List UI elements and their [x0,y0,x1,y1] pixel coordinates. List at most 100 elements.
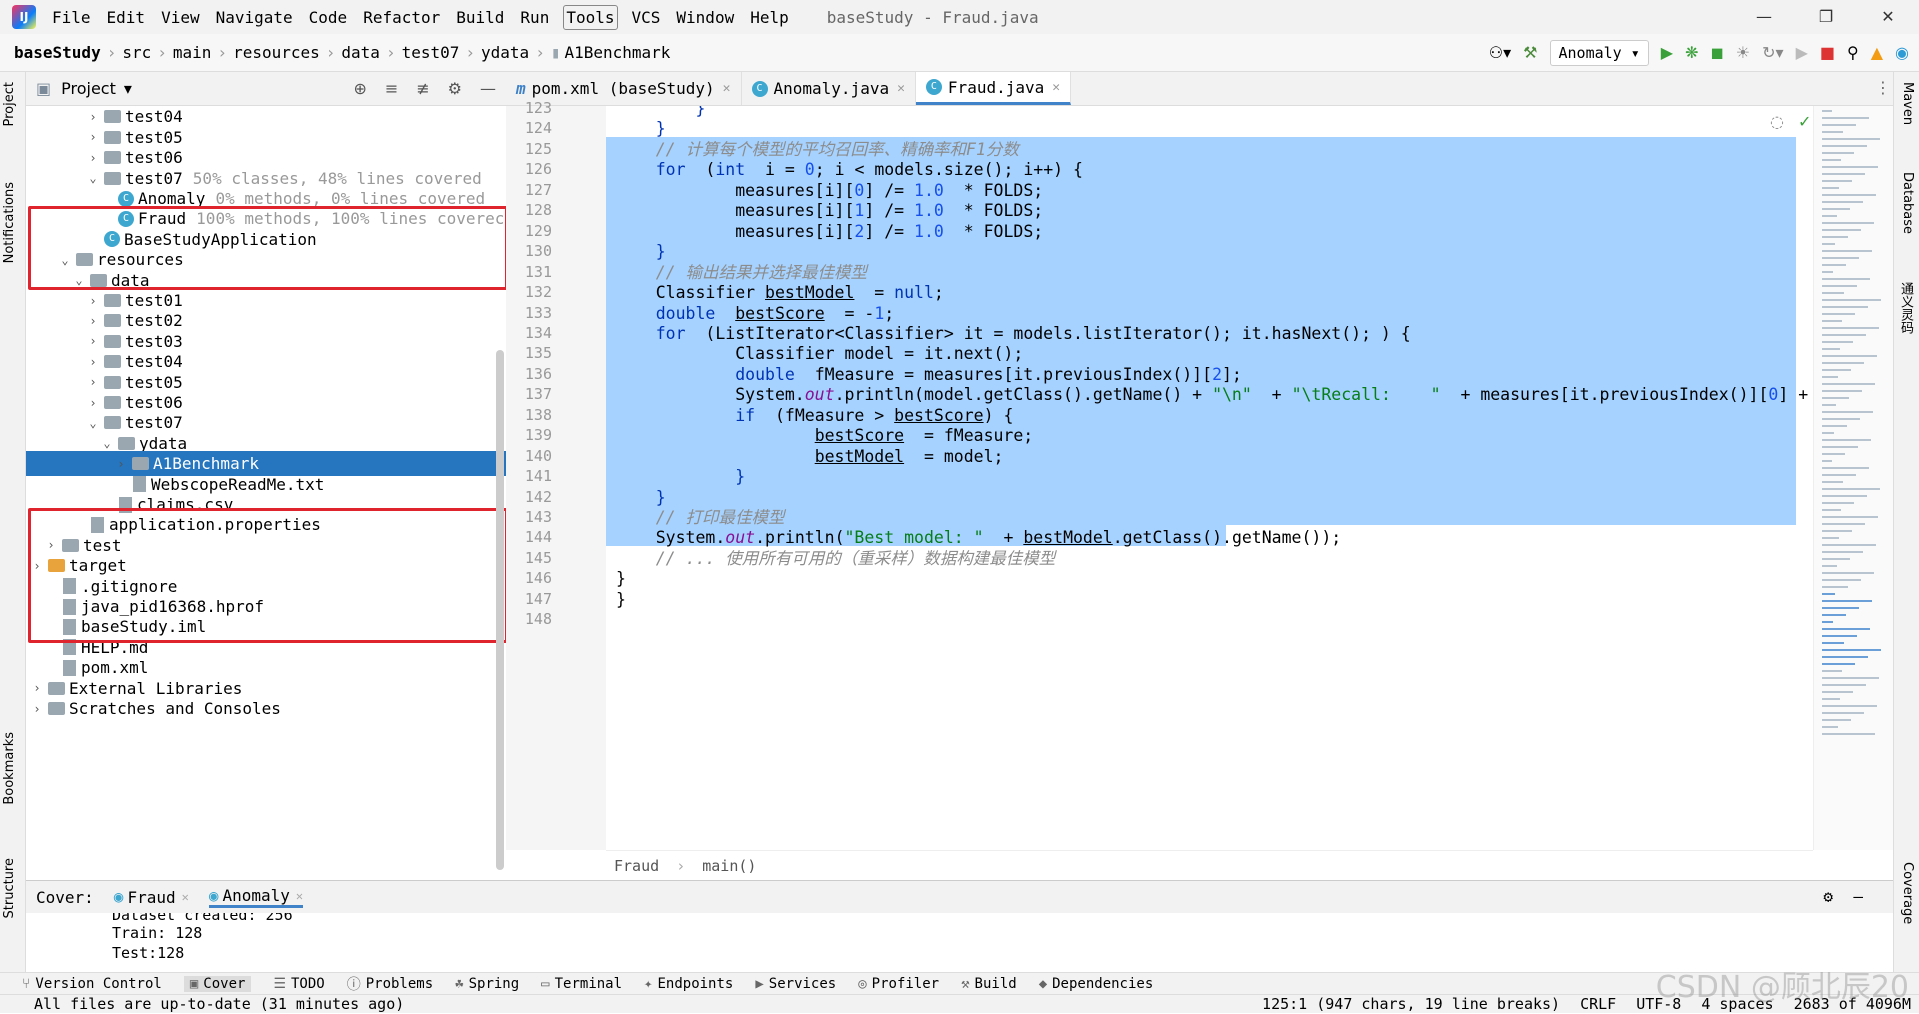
menu-vcs[interactable]: VCS [630,6,663,29]
crumb-class[interactable]: Fraud [614,857,659,875]
chevron-right-icon[interactable]: › [86,314,100,328]
chevron-right-icon[interactable]: › [86,110,100,124]
notifications-tool-button[interactable]: Notifications [2,182,17,263]
menu-build[interactable]: Build [454,6,506,29]
tree-item[interactable]: › Scratches and Consoles [26,696,506,721]
chevron-right-icon[interactable]: › [30,702,44,716]
menu-navigate[interactable]: Navigate [214,6,295,29]
project-tool-button[interactable]: Project [2,82,17,126]
chevron-right-icon[interactable]: › [86,334,100,348]
menu-file[interactable]: File [50,6,93,29]
tool-window-spring[interactable]: ☘ Spring [455,976,519,992]
run-icon[interactable]: ▶ [1661,45,1673,61]
chevron-down-icon[interactable]: ⌄ [86,171,100,185]
breadcrumb-project[interactable]: baseStudy [14,43,101,62]
project-panel-title[interactable]: Project [61,79,116,98]
menu-help[interactable]: Help [748,6,791,29]
maven-tool-button[interactable]: Maven [1900,82,1915,125]
tool-window-todo[interactable]: ☰ TODO [273,976,324,992]
menu-view[interactable]: View [159,6,202,29]
breadcrumb-item[interactable]: A1Benchmark [564,43,670,62]
coverage-tool-button[interactable]: Coverage [1900,862,1915,924]
tool-window-terminal[interactable]: ▭ Terminal [541,976,622,992]
bookmarks-tool-button[interactable]: Bookmarks [2,732,17,805]
maximize-icon[interactable]: ❐ [1795,0,1857,34]
close-tab-icon[interactable]: ✕ [897,81,905,96]
editor-tab[interactable]: C Fraud.java ✕ [915,72,1072,105]
line-separator[interactable]: CRLF [1580,995,1616,1014]
tool-window-endpoints[interactable]: ✦ Endpoints [644,976,733,992]
breadcrumb-item[interactable]: resources [233,43,320,62]
stop-icon[interactable]: ■ [1820,45,1835,61]
code-editor[interactable]: } } // 计算每个模型的平均召回率、精确率和F1分数 for (int i … [606,106,1813,850]
hammer-icon[interactable]: ⚒ [1523,45,1537,61]
tool-window-version-control[interactable]: ⑂ Version Control [22,976,162,992]
menu-code[interactable]: Code [307,6,350,29]
tool-window-problems[interactable]: ⓘ Problems [347,974,433,994]
chevron-right-icon[interactable]: › [86,355,100,369]
editor-tab[interactable]: C Anomaly.java ✕ [742,72,916,105]
structure-tool-button[interactable]: Structure [2,858,17,918]
plugin-icon[interactable]: ◉ [1895,45,1909,61]
tool-window-build[interactable]: ⚒ Build [961,976,1017,992]
more-tabs-icon[interactable]: ⋮ [1875,80,1891,96]
caret-position[interactable]: 125:1 (947 chars, 19 line breaks) [1262,995,1560,1014]
chevron-down-icon[interactable]: ⌄ [100,436,114,450]
resume-icon[interactable]: ▶ [1796,45,1808,61]
chevron-right-icon[interactable]: › [86,396,100,410]
user-icon[interactable]: ⚇▾ [1489,45,1511,61]
breadcrumb-item[interactable]: data [341,43,380,62]
breadcrumb-item[interactable]: src [122,43,151,62]
chevron-right-icon[interactable]: › [30,681,44,695]
chevron-down-icon[interactable]: ⌄ [86,416,100,430]
minimize-icon[interactable]: — [1733,0,1795,34]
collapse-all-icon[interactable]: ≢ [416,81,429,97]
menu-tools[interactable]: Tools [563,4,618,30]
chevron-right-icon[interactable]: › [86,375,100,389]
hide-icon[interactable]: — [480,81,496,97]
expand-all-icon[interactable]: ≡ [385,81,398,97]
chevron-right-icon[interactable]: › [86,151,100,165]
database-tool-button[interactable]: Database [1900,172,1915,234]
gear-icon[interactable]: ⚙ [1823,889,1833,905]
tool-window-profiler[interactable]: ◎ Profiler [858,976,939,992]
update-icon[interactable]: ▲ [1871,45,1883,61]
debug-icon[interactable]: ❋ [1685,45,1698,61]
chevron-right-icon[interactable]: › [114,457,128,471]
menu-run[interactable]: Run [518,6,551,29]
chevron-right-icon[interactable]: › [86,294,100,308]
more-run-icon[interactable]: ↻▾ [1762,45,1783,61]
cover-tab-fraud[interactable]: ◉ Fraud ✕ [114,888,189,907]
tool-window-services[interactable]: ▶ Services [755,976,836,992]
close-icon[interactable]: ✕ [1857,0,1919,34]
close-tab-icon[interactable]: ✕ [1052,80,1060,95]
run-configuration-select[interactable]: Anomaly ▾ [1549,40,1649,66]
close-icon[interactable]: ✕ [296,889,303,903]
breadcrumb-item[interactable]: ydata [481,43,529,62]
tool-window-dependencies[interactable]: ◆ Dependencies [1039,976,1154,992]
tool-window-cover[interactable]: ▣ Cover [183,975,252,992]
hide-icon[interactable]: — [1853,889,1863,905]
crumb-method[interactable]: main() [702,857,756,875]
search-icon[interactable]: ⚲ [1847,45,1859,61]
coverage-icon[interactable]: ◼ [1711,45,1724,61]
close-icon[interactable]: ✕ [182,890,189,904]
locate-icon[interactable]: ⊕ [353,81,366,97]
menu-window[interactable]: Window [674,6,736,29]
close-tab-icon[interactable]: ✕ [723,81,731,96]
breadcrumb-item[interactable]: main [173,43,212,62]
reader-mode-icon[interactable]: ◌ [1770,114,1784,130]
chevron-right-icon[interactable]: › [86,130,100,144]
menu-edit[interactable]: Edit [105,6,148,29]
cover-tab-anomaly[interactable]: ◉ Anomaly ✕ [208,886,304,908]
code-minimap[interactable] [1813,106,1893,850]
chevron-down-icon[interactable]: ▾ [124,80,132,97]
code-line: } [616,589,626,609]
breadcrumb-item[interactable]: test07 [402,43,460,62]
profile-icon[interactable]: ☀ [1736,45,1750,61]
tree-scrollbar[interactable] [496,350,504,870]
gear-icon[interactable]: ⚙ [448,81,462,97]
tongyi-tool-button[interactable]: 通义灵码 [1896,282,1915,334]
minimap-line [1822,117,1869,119]
menu-refactor[interactable]: Refactor [361,6,442,29]
